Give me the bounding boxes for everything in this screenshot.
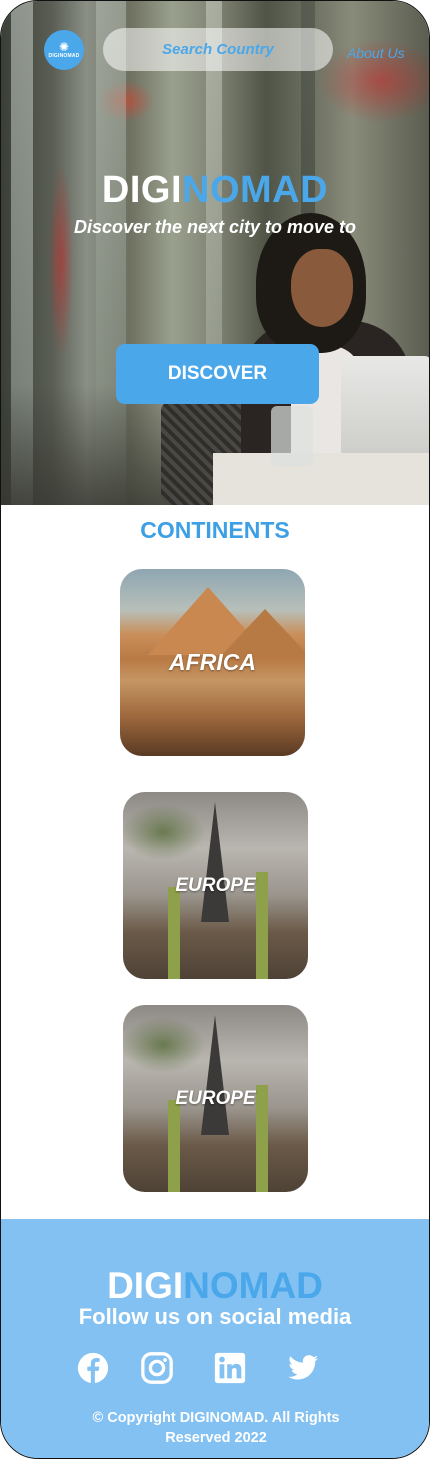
search-placeholder: Search Country <box>162 41 274 58</box>
logo-text: DIGINOMAD <box>48 53 80 59</box>
about-us-link[interactable]: About Us <box>347 45 405 61</box>
phone-frame: ✺ DIGINOMAD Search Country About Us DIGI… <box>0 0 430 1459</box>
eiffel-tower-shape <box>201 1015 229 1135</box>
hero-table <box>213 453 429 505</box>
linkedin-icon[interactable] <box>213 1350 247 1386</box>
hero-person-face <box>291 249 353 327</box>
footer-brand-title: DIGINOMAD <box>1 1265 429 1307</box>
follow-text: Follow us on social media <box>78 1304 352 1329</box>
pillar-shape <box>256 1085 268 1192</box>
pillar-shape <box>256 872 268 979</box>
continent-card-europe-2[interactable]: EUROPE <box>123 1005 308 1192</box>
eiffel-tower-shape <box>201 802 229 922</box>
hero-brand-title: DIGINOMAD <box>1 169 429 212</box>
instagram-icon[interactable] <box>140 1350 174 1386</box>
facebook-icon[interactable] <box>76 1350 110 1386</box>
discover-button[interactable]: DISCOVER <box>116 344 319 404</box>
social-links <box>76 1350 356 1388</box>
pillar-shape <box>168 1100 180 1192</box>
globe-icon: ✺ <box>58 40 70 54</box>
brand-part-nomad: NOMAD <box>183 1265 323 1306</box>
copyright-line1: Copyright DIGINOMAD. All Rights <box>107 1410 340 1426</box>
brand-part-digi: DIGI <box>101 169 183 211</box>
hero-banner <box>1 1 429 505</box>
twitter-icon[interactable] <box>286 1350 320 1386</box>
logo-badge[interactable]: ✺ DIGINOMAD <box>44 30 84 70</box>
hero-jar <box>271 406 313 466</box>
continent-label: AFRICA <box>169 649 256 675</box>
copyright-icon: © <box>92 1410 104 1426</box>
brand-part-nomad: NOMAD <box>182 169 329 211</box>
copyright-text: © Copyright DIGINOMAD. All Rights Reserv… <box>41 1408 391 1448</box>
continents-title: CONTINENTS <box>140 517 290 543</box>
pillar-shape <box>168 887 180 979</box>
hero-tagline: Discover the next city to move to <box>73 217 357 237</box>
continent-label: EUROPE <box>175 874 256 896</box>
continent-label: EUROPE <box>175 1087 256 1109</box>
brand-part-digi: DIGI <box>107 1265 184 1306</box>
continent-card-europe[interactable]: EUROPE <box>123 792 308 979</box>
copyright-line2: Reserved 2022 <box>165 1430 267 1446</box>
search-input[interactable]: Search Country <box>103 28 333 71</box>
continent-card-africa[interactable]: AFRICA <box>120 569 305 756</box>
